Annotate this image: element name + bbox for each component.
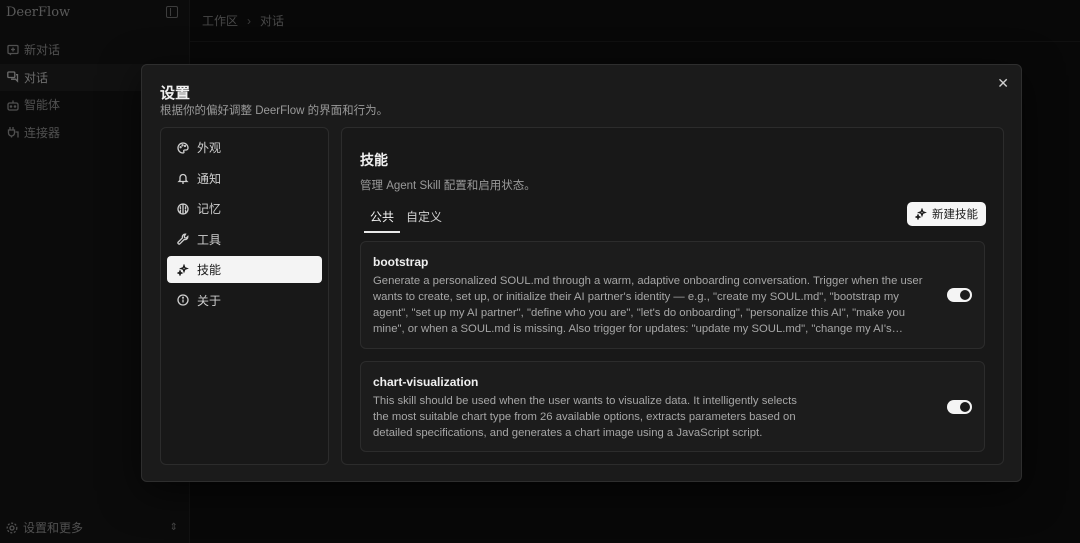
tab-custom[interactable]: 自定义: [400, 206, 448, 233]
new-skill-label: 新建技能: [932, 209, 978, 221]
skill-enabled-toggle[interactable]: [947, 400, 972, 414]
settings-dialog: 设置 根据你的偏好调整 DeerFlow 的界面和行为。 ✕ 外观 通知 记忆 …: [141, 64, 1022, 482]
dialog-subtitle: 根据你的偏好调整 DeerFlow 的界面和行为。: [160, 105, 389, 117]
settings-menu-label: 关于: [197, 293, 222, 308]
settings-menu-notifications[interactable]: 通知: [167, 165, 322, 192]
skill-enabled-toggle[interactable]: [947, 288, 972, 302]
settings-menu-about[interactable]: 关于: [167, 287, 322, 314]
sparkles-icon: [915, 208, 927, 220]
skill-card: chart-visualization This skill should be…: [360, 361, 985, 452]
settings-menu: 外观 通知 记忆 工具 技能 关于: [160, 127, 329, 465]
toggle-knob: [960, 290, 970, 300]
settings-menu-memory[interactable]: 记忆: [167, 195, 322, 222]
brain-icon: [176, 202, 189, 215]
skills-panel: 技能 管理 Agent Skill 配置和启用状态。 公共 自定义 新建技能 b…: [341, 127, 1004, 465]
bell-icon: [176, 172, 189, 185]
section-description: 管理 Agent Skill 配置和启用状态。: [360, 180, 536, 192]
skills-tabs: 公共 自定义: [364, 206, 448, 233]
toggle-knob: [960, 402, 970, 412]
settings-menu-label: 工具: [197, 232, 222, 247]
sparkles-icon: [176, 263, 189, 276]
tab-public[interactable]: 公共: [364, 206, 401, 233]
wrench-icon: [176, 233, 189, 246]
settings-menu-skills[interactable]: 技能: [167, 256, 322, 283]
info-icon: [176, 294, 189, 307]
skill-name: bootstrap: [373, 255, 429, 269]
close-icon[interactable]: ✕: [997, 76, 1009, 90]
settings-menu-label: 记忆: [197, 202, 222, 216]
settings-menu-label: 外观: [197, 141, 222, 155]
settings-menu-label: 技能: [197, 263, 222, 277]
dialog-title: 设置: [160, 85, 191, 102]
skill-description: This skill should be used when the user …: [373, 395, 797, 439]
skill-card: bootstrap Generate a personalized SOUL.m…: [360, 241, 985, 349]
skill-name: chart-visualization: [373, 375, 479, 389]
palette-icon: [176, 141, 189, 154]
settings-menu-tools[interactable]: 工具: [167, 226, 322, 253]
section-title: 技能: [360, 152, 388, 168]
new-skill-button[interactable]: 新建技能: [907, 202, 986, 226]
skill-description: Generate a personalized SOUL.md through …: [373, 275, 923, 335]
settings-menu-appearance[interactable]: 外观: [167, 134, 322, 161]
settings-menu-label: 通知: [197, 171, 222, 186]
